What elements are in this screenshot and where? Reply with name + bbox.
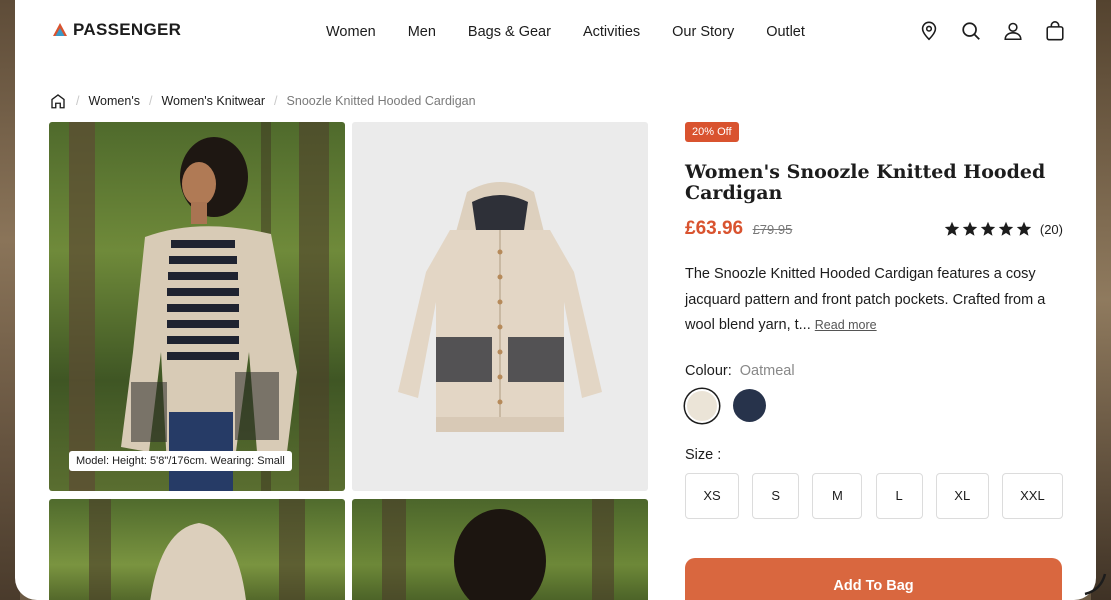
price-row: £63.96 £79.95 (20)	[685, 218, 1063, 242]
product-image-back[interactable]	[352, 499, 648, 600]
brand-logo-icon	[53, 23, 67, 36]
breadcrumb-separator: /	[148, 94, 153, 108]
cardigan-illustration	[398, 182, 602, 432]
size-m[interactable]: M	[812, 472, 863, 519]
breadcrumb-separator: /	[76, 94, 80, 108]
star-icon	[962, 221, 978, 236]
size-s[interactable]: S	[752, 472, 800, 519]
search-icon[interactable]	[960, 20, 982, 42]
current-price: £63.96	[685, 218, 744, 239]
back-photo-illustration	[382, 499, 614, 600]
star-icon	[998, 221, 1014, 236]
breadcrumb-womens-knitwear[interactable]: Women's Knitwear	[161, 94, 265, 108]
star-icon	[980, 221, 996, 236]
colour-label: Colour:	[685, 362, 732, 379]
swatch-oatmeal[interactable]	[685, 388, 719, 423]
read-more-link[interactable]: Read more	[815, 318, 877, 332]
product-title: Women's Snoozle Knitted Hooded Cardigan	[685, 161, 1046, 204]
model-photo-illustration	[69, 122, 329, 491]
swatch-navy[interactable]	[733, 388, 766, 422]
product-rating[interactable]: (20)	[944, 221, 1063, 237]
breadcrumb: / Women's / Women's Knitwear / Snoozle K…	[49, 92, 476, 110]
star-icon	[1016, 221, 1032, 236]
breadcrumb-separator: /	[274, 94, 278, 108]
user-icon[interactable]	[1002, 20, 1024, 42]
bag-icon[interactable]	[1044, 20, 1066, 42]
size-l[interactable]: L	[875, 472, 923, 519]
breadcrumb-womens[interactable]: Women's	[88, 94, 139, 108]
home-icon[interactable]	[49, 92, 67, 110]
size-xxl[interactable]: XXL	[1001, 472, 1063, 519]
hood-photo-illustration	[89, 499, 305, 600]
product-image-model-front[interactable]: Model: Height: 5'8"/176cm. Wearing: Smal…	[49, 122, 345, 491]
size-label: Size :	[685, 446, 722, 463]
colour-row: Colour: Oatmeal	[685, 363, 1063, 379]
size-xl[interactable]: XL	[935, 472, 989, 519]
nav-bags-gear[interactable]: Bags & Gear	[468, 24, 551, 40]
browser-window: PASSENGER Women Men Bags & Gear Activiti…	[15, 0, 1096, 600]
colour-swatches	[685, 388, 1063, 423]
size-xs[interactable]: XS	[685, 472, 739, 519]
size-options: XS S M L XL XXL	[685, 472, 1063, 519]
site-header: PASSENGER Women Men Bags & Gear Activiti…	[15, 0, 1096, 64]
star-icon	[944, 221, 960, 236]
nav-men[interactable]: Men	[408, 24, 436, 40]
product-image-hood-back[interactable]	[49, 499, 345, 600]
nav-outlet[interactable]: Outlet	[766, 24, 805, 40]
add-to-bag-button[interactable]: Add To Bag	[685, 558, 1062, 600]
colour-value: Oatmeal	[739, 362, 795, 379]
brand-name: PASSENGER	[73, 20, 182, 39]
rating-count: (20)	[1039, 221, 1063, 237]
brand-logo[interactable]: PASSENGER	[51, 20, 181, 40]
product-image-flat[interactable]	[352, 122, 648, 491]
breadcrumb-current: Snoozle Knitted Hooded Cardigan	[286, 94, 476, 108]
model-size-caption: Model: Height: 5'8"/176cm. Wearing: Smal…	[69, 451, 292, 471]
product-description: The Snoozle Knitted Hooded Cardigan feat…	[685, 262, 1063, 339]
location-pin-icon[interactable]	[918, 20, 940, 42]
discount-badge: 20% Off	[685, 122, 739, 142]
product-info: 20% Off Women's Snoozle Knitted Hooded C…	[685, 122, 1063, 519]
original-price: £79.95	[752, 222, 793, 237]
window-corner-handle	[1084, 573, 1107, 596]
nav-our-story[interactable]: Our Story	[672, 24, 734, 40]
nav-activities[interactable]: Activities	[583, 24, 640, 40]
main-nav: Women Men Bags & Gear Activities Our Sto…	[326, 24, 805, 40]
nav-women[interactable]: Women	[326, 24, 376, 40]
header-actions	[918, 20, 1066, 42]
